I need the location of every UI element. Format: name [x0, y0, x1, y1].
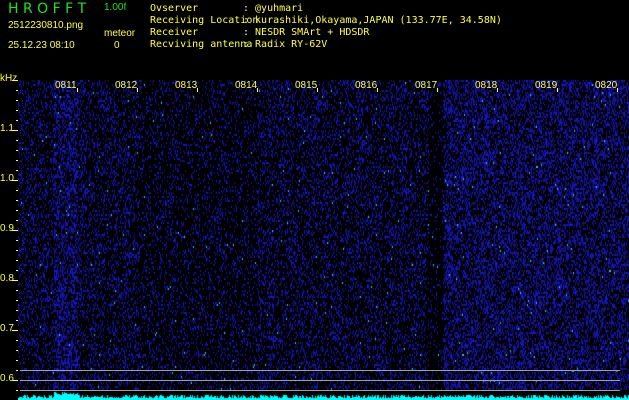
x-tick — [77, 88, 78, 92]
reference-line — [20, 370, 620, 371]
y-tick — [12, 80, 18, 81]
x-tick — [197, 88, 198, 92]
info-label-receiver: Receiver — [150, 27, 199, 38]
y-tick — [16, 90, 18, 91]
info-value-antenna: : Radix RY-62V — [243, 39, 328, 50]
y-tick — [16, 350, 18, 351]
y-tick — [16, 110, 18, 111]
y-tick — [16, 340, 18, 341]
y-tick — [16, 140, 18, 141]
x-tick-label: 0815 — [295, 80, 318, 91]
y-tick-label: 0.9 — [0, 223, 14, 234]
x-tick — [257, 88, 258, 92]
y-tick — [16, 100, 18, 101]
y-tick — [12, 230, 18, 231]
info-value-receiver: : NESDR SMArt + HDSDR — [243, 27, 370, 38]
y-tick-label: 1.0 — [0, 173, 14, 184]
y-tick — [16, 150, 18, 151]
y-tick — [12, 180, 18, 181]
x-tick-label: 0819 — [535, 80, 558, 91]
x-tick — [377, 88, 378, 92]
spectrogram — [18, 80, 629, 400]
x-tick — [617, 88, 618, 92]
info-label-observer: Ovserver — [150, 3, 199, 14]
reference-line — [20, 390, 620, 391]
y-tick — [16, 370, 18, 371]
y-tick — [16, 290, 18, 291]
y-tick — [16, 310, 18, 311]
info-label-antenna: Recviving antenna — [150, 39, 253, 50]
y-tick — [16, 200, 18, 201]
y-tick — [16, 120, 18, 121]
filename-label: 2512230810.png — [8, 20, 84, 31]
y-tick — [16, 260, 18, 261]
y-tick-label: 0.7 — [0, 323, 14, 334]
meteor-count: 0 — [114, 40, 120, 51]
meteor-label: meteor — [104, 28, 136, 39]
x-tick — [137, 88, 138, 92]
y-tick — [12, 280, 18, 281]
y-tick — [12, 130, 18, 131]
datetime-label: 25.12.23 08:10 — [8, 40, 75, 51]
x-tick-label: 0814 — [235, 80, 258, 91]
x-tick-label: 0812 — [115, 80, 138, 91]
app-title: H R O F F T — [8, 1, 87, 17]
y-tick — [12, 380, 18, 381]
version-label: 1.00f — [104, 2, 127, 13]
x-tick-label: 0818 — [475, 80, 498, 91]
info-value-observer: : @yuhmari — [243, 3, 304, 14]
y-tick — [16, 250, 18, 251]
x-tick-label: 0816 — [355, 80, 378, 91]
y-tick — [12, 330, 18, 331]
y-unit-label: kHz — [0, 73, 18, 84]
x-tick — [497, 88, 498, 92]
y-tick — [16, 270, 18, 271]
x-tick-label: 0813 — [175, 80, 198, 91]
info-value-location: : kurashiki,Okayama,JAPAN (133.77E, 34.5… — [243, 15, 502, 26]
y-tick — [16, 320, 18, 321]
x-tick — [557, 88, 558, 92]
y-tick-label: 0.6 — [0, 373, 14, 384]
x-tick — [317, 88, 318, 92]
y-tick — [16, 170, 18, 171]
x-tick-label: 0817 — [415, 80, 438, 91]
y-tick — [16, 300, 18, 301]
y-tick — [16, 360, 18, 361]
y-tick-label: 1.1 — [0, 123, 14, 134]
x-tick-label: 0811 — [55, 80, 77, 91]
y-tick — [16, 220, 18, 221]
y-tick — [16, 390, 18, 391]
y-tick — [16, 160, 18, 161]
y-tick — [16, 190, 18, 191]
y-tick-label: 0.8 — [0, 273, 14, 284]
y-tick — [16, 240, 18, 241]
y-tick — [16, 210, 18, 211]
reference-line — [20, 380, 620, 381]
x-tick-label: 0820 — [595, 80, 618, 91]
x-tick — [437, 88, 438, 92]
